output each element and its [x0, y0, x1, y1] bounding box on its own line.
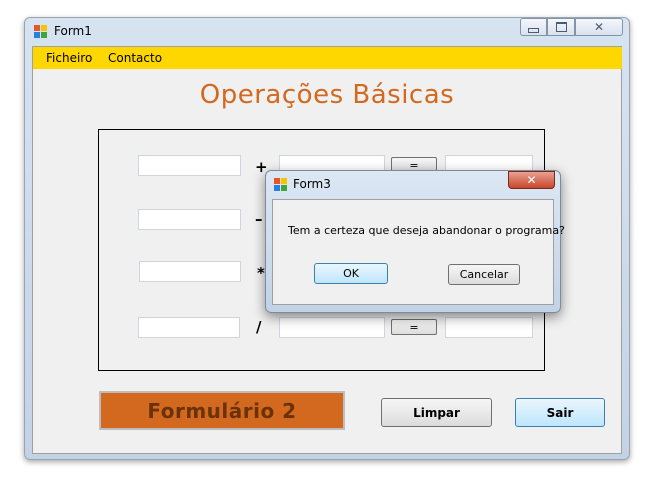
close-icon: ✕: [526, 173, 537, 187]
form3-client-area: [272, 199, 554, 305]
result-div[interactable]: [445, 317, 533, 338]
operand-a-add[interactable]: [138, 155, 241, 176]
exit-button[interactable]: Sair: [515, 398, 605, 427]
operand-a-div[interactable]: [138, 317, 240, 338]
minimize-button[interactable]: [520, 18, 547, 36]
operator-div: /: [256, 318, 262, 336]
app-icon: [34, 25, 47, 38]
operator-mul: *: [257, 264, 265, 282]
dialog-message: Tem a certeza que deseja abandonar o pro…: [288, 224, 565, 237]
form1-title: Form1: [54, 24, 92, 38]
close-icon: ✕: [593, 20, 605, 34]
page-title: Operações Básicas: [199, 80, 455, 110]
equals-button-div[interactable]: =: [391, 319, 437, 335]
app-icon: [274, 178, 287, 191]
cancel-button[interactable]: Cancelar: [448, 264, 520, 285]
maximize-icon: [555, 22, 567, 32]
operand-a-mul[interactable]: [139, 261, 241, 282]
maximize-button[interactable]: [547, 18, 575, 36]
operand-b-div[interactable]: [279, 317, 385, 338]
minimize-icon: [528, 27, 539, 33]
menu-ficheiro[interactable]: Ficheiro: [46, 51, 92, 65]
form3-title: Form3: [293, 177, 331, 191]
menu-contacto[interactable]: Contacto: [108, 51, 162, 65]
close-button[interactable]: ✕: [575, 18, 623, 36]
ok-button[interactable]: OK: [314, 263, 388, 284]
clear-button[interactable]: Limpar: [381, 398, 492, 427]
form2-button[interactable]: Formulário 2: [99, 391, 345, 430]
operator-sub: –: [255, 210, 263, 228]
operand-a-sub[interactable]: [138, 209, 241, 230]
dialog-close-button[interactable]: ✕: [508, 171, 555, 189]
